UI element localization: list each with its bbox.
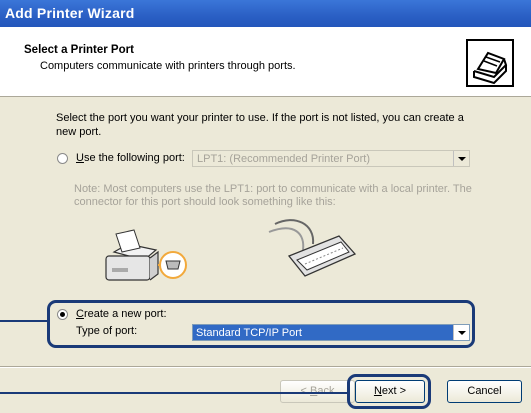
title-bar: Add Printer Wizard — [0, 0, 531, 27]
port-select-value: LPT1: (Recommended Printer Port) — [197, 153, 371, 165]
button-separator — [0, 366, 531, 368]
port-type-label: Type of port: — [76, 325, 138, 337]
chevron-down-icon[interactable] — [453, 325, 469, 340]
printer-illustration-icon — [105, 229, 187, 281]
page-title: Select a Printer Port — [24, 44, 134, 56]
page-subtitle: Computers communicate with printers thro… — [40, 60, 296, 72]
parallel-cable-icon — [268, 219, 357, 277]
port-select[interactable]: LPT1: (Recommended Printer Port) — [192, 150, 470, 167]
use-port-radio[interactable] — [57, 153, 68, 164]
highlight-pointer-line — [0, 392, 349, 394]
port-type-select[interactable]: Standard TCP/IP Port — [192, 324, 470, 341]
cancel-button[interactable]: Cancel — [447, 380, 522, 403]
next-button[interactable]: Next > — [355, 380, 425, 403]
window-title: Add Printer Wizard — [5, 5, 135, 21]
port-type-value: Standard TCP/IP Port — [196, 327, 302, 339]
create-port-label[interactable]: Create a new port: — [76, 308, 167, 320]
chevron-down-icon[interactable] — [453, 151, 469, 166]
note-text: Note: Most computers use the LPT1: port … — [74, 183, 472, 208]
intro-text: Select the port you want your printer to… — [56, 112, 464, 138]
create-port-radio[interactable] — [57, 309, 68, 320]
use-port-label[interactable]: Use the following port: — [76, 152, 185, 164]
highlight-pointer-line — [0, 320, 49, 322]
printer-icon — [466, 39, 514, 87]
